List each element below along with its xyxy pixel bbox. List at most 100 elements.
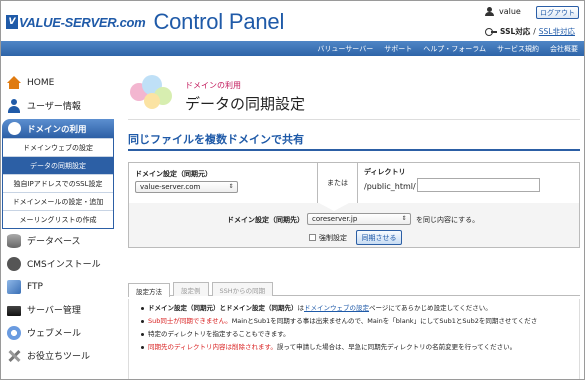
submenu-item-domain-web[interactable]: ドメインウェブの設定 (3, 138, 113, 156)
force-checkbox[interactable] (309, 234, 316, 241)
chevron-updown-icon: ⇕ (401, 215, 407, 222)
globe-icon (8, 122, 21, 135)
bubble-yellow-icon (144, 93, 160, 109)
source-label: ドメイン設定（同期元） (135, 170, 212, 178)
sidebar-item-label: サーバー管理 (27, 306, 81, 316)
nav-item-value-server[interactable]: バリューサーバー (317, 44, 373, 54)
target-label: ドメイン設定（同期先） (227, 216, 304, 224)
notes-panel: ドメイン設定（同期元）とドメイン設定（同期先）はドメインウェブの設定ページにてあ… (128, 299, 580, 379)
source-domain-value: value-server.com (140, 183, 201, 191)
source-cell: ドメイン設定（同期元） value-server.com ⇕ (129, 163, 318, 203)
top-nav: バリューサーバー サポート ヘルプ・フォーラム サービス規約 会社概要 (1, 41, 584, 56)
user-name: value (499, 7, 521, 16)
sidebar-section-domain: ドメインの利用 ドメインウェブの設定 データの同期設定 独自IPアドレスでのSS… (1, 119, 114, 229)
wordpress-icon (7, 256, 21, 271)
user-info: value (485, 7, 521, 16)
sidebar-item-server[interactable]: サーバー管理 (1, 298, 114, 321)
database-icon (7, 233, 21, 248)
list-item: ドメイン設定（同期元）とドメイン設定（同期先）はドメインウェブの設定ページにてあ… (141, 302, 579, 315)
header: V VALUE-SERVER.com Control Panel value ロ… (1, 1, 584, 41)
key-icon (485, 28, 497, 36)
brand-name: VALUE-SERVER.com (19, 14, 146, 30)
note-text: ページにてあらかじめ設定してください。 (369, 304, 492, 312)
section-heading: 同じファイルを複数ドメインで共有 (128, 133, 304, 146)
logout-button[interactable]: ログアウト (536, 6, 579, 19)
note-text: 特定のディレクトリを指定することもできます。 (148, 330, 290, 338)
domain-submenu: ドメインウェブの設定 データの同期設定 独自IPアドレスでのSSL設定 ドメイン… (2, 138, 114, 229)
sync-button[interactable]: 同期させる (356, 230, 402, 245)
sidebar-item-label: HOME (27, 77, 55, 88)
target-domain-value: coreserver.jp (312, 215, 358, 223)
home-icon (7, 75, 21, 90)
help-tabs: 設定方法 設定例 SSHからの同期 (128, 282, 580, 297)
note-warning-text: Sub同士が同期できません。 (148, 317, 232, 325)
app-window: V VALUE-SERVER.com Control Panel value ロ… (0, 0, 585, 380)
arrow-down-indicator (319, 203, 349, 211)
list-item: 特定のディレクトリを指定することもできます。 (141, 328, 579, 341)
sidebar-item-label: CMSインストール (27, 260, 101, 270)
ftp-icon (7, 279, 21, 294)
source-domain-select[interactable]: value-server.com ⇕ (135, 181, 238, 193)
sidebar-item-cms[interactable]: CMSインストール (1, 252, 114, 275)
sidebar-item-label: FTP (27, 281, 43, 292)
sidebar-item-tools[interactable]: お役立ちツール (1, 344, 114, 367)
tools-icon (7, 349, 21, 363)
sidebar: HOME ユーザー情報 ドメインの利用 ドメインウェブの設定 データの同期設定 … (1, 71, 114, 367)
domain-bubbles-icon (130, 75, 174, 109)
sidebar-item-ftp[interactable]: FTP (1, 275, 114, 298)
submenu-item-data-sync[interactable]: データの同期設定 (3, 156, 113, 174)
or-label: または (318, 163, 358, 203)
section-divider (128, 149, 580, 151)
sidebar-item-user-info[interactable]: ユーザー情報 (1, 94, 114, 117)
domain-web-settings-link[interactable]: ドメインウェブの設定 (304, 304, 369, 312)
sidebar-item-label: ドメインの利用 (27, 124, 87, 135)
sidebar-item-domain[interactable]: ドメインの利用 (2, 119, 114, 138)
sidebar-item-label: お役立ちツール (27, 352, 91, 362)
list-item: Sub同士が同期できません。MainとSub1を同期する事は出来ませんので、Ma… (141, 315, 579, 328)
tab-ssh-sync[interactable]: SSHからの同期 (211, 282, 274, 296)
logo[interactable]: V VALUE-SERVER.com Control Panel (6, 9, 285, 34)
user-icon (485, 7, 494, 16)
sidebar-item-label: ユーザー情報 (27, 102, 81, 112)
list-item: 同期先のディレクトリ内容は削除されます。誤って申請した場合は、早急に同期先ディレ… (141, 341, 579, 354)
note-text: 誤って申請した場合は、早急に同期先ディレクトリの名前変更を行ってください。 (276, 343, 517, 351)
chevron-updown-icon: ⇕ (228, 183, 234, 190)
nav-item-support[interactable]: サポート (384, 44, 412, 54)
target-tail-text: を同じ内容にする。 (416, 216, 480, 224)
sync-form: ドメイン設定（同期元） value-server.com ⇕ または ディレクト… (128, 162, 580, 248)
submenu-item-domain-mail[interactable]: ドメインメールの設定・追加 (3, 192, 113, 210)
ssl-off-link[interactable]: SSL非対応 (539, 26, 575, 37)
sidebar-item-label: データベース (27, 237, 81, 247)
target-row: ドメイン設定（同期先） coreserver.jp ⇕ を同じ内容にする。 (129, 213, 579, 226)
nav-item-terms[interactable]: サービス規約 (497, 44, 539, 54)
ssl-separator: / (533, 27, 536, 36)
sidebar-item-webmail[interactable]: ウェブメール (1, 321, 114, 344)
directory-input[interactable] (417, 178, 540, 192)
directory-prefix: /public_html/ (364, 182, 416, 191)
nav-item-help-forum[interactable]: ヘルプ・フォーラム (423, 44, 486, 54)
options-row: 強制設定 同期させる (309, 230, 402, 245)
user-icon (7, 98, 21, 113)
directory-label: ディレクトリ (364, 168, 406, 176)
note-warning-text: 同期先のディレクトリ内容は削除されます。 (148, 343, 277, 351)
page-header: ドメインの利用 データの同期設定 (128, 71, 580, 123)
directory-cell: ディレクトリ /public_html/ (358, 163, 579, 203)
submenu-item-ip-ssl[interactable]: 独自IPアドレスでのSSL設定 (3, 174, 113, 192)
sidebar-item-home[interactable]: HOME (1, 71, 114, 94)
submenu-item-mailing-list[interactable]: メーリングリストの作成 (3, 210, 113, 228)
ssl-on-label[interactable]: SSL対応 (500, 26, 530, 37)
webmail-icon (7, 325, 21, 340)
nav-item-company[interactable]: 会社概要 (550, 44, 578, 54)
tab-examples[interactable]: 設定例 (173, 282, 209, 296)
logo-mark-icon: V (6, 15, 18, 29)
server-icon (7, 305, 21, 316)
tab-setup-method[interactable]: 設定方法 (128, 283, 170, 297)
sidebar-item-database[interactable]: データベース (1, 229, 114, 252)
note-text: MainとSub1を同期する事は出来ませんので、Mainを「blank」にしてS… (231, 317, 538, 325)
target-domain-select[interactable]: coreserver.jp ⇕ (307, 213, 411, 225)
app-title: Control Panel (153, 9, 285, 34)
main-content: ドメインの利用 データの同期設定 同じファイルを複数ドメインで共有 ドメイン設定… (128, 71, 580, 379)
page-category: ドメインの利用 (185, 81, 241, 90)
header-divider (128, 119, 580, 120)
force-label[interactable]: 強制設定 (319, 233, 347, 243)
